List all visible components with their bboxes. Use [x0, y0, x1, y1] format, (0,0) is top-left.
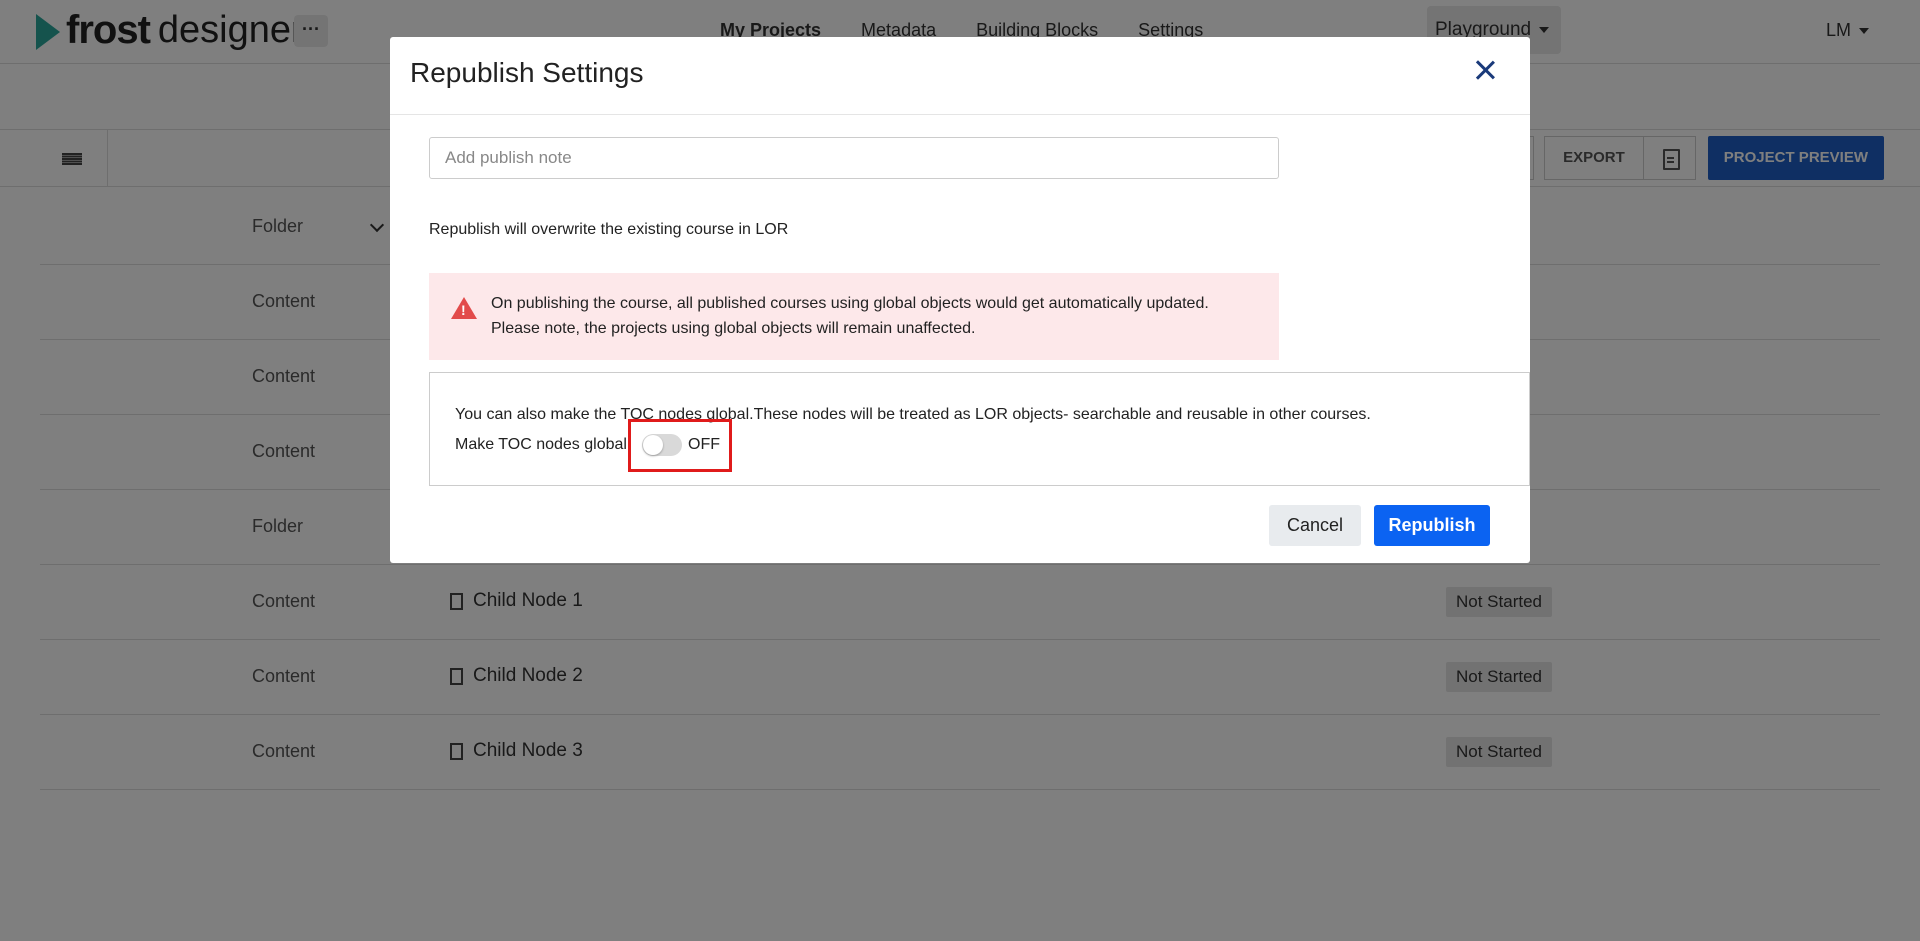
toggle-highlight: OFF — [628, 419, 732, 472]
publish-note-input[interactable] — [429, 137, 1279, 179]
toggle-state-label: OFF — [688, 436, 720, 453]
toc-global-description: You can also make the TOC nodes global.T… — [455, 406, 1371, 423]
toc-global-label: Make TOC nodes global: — [455, 436, 632, 453]
republish-button[interactable]: Republish — [1374, 505, 1490, 546]
alert-text-line2: Please note, the projects using global o… — [491, 320, 976, 337]
alert-text-line1: On publishing the course, all published … — [491, 295, 1209, 312]
overwrite-notice: Republish will overwrite the existing co… — [429, 221, 789, 238]
toc-global-toggle[interactable] — [642, 434, 682, 456]
close-icon[interactable] — [1470, 55, 1500, 85]
cancel-button[interactable]: Cancel — [1269, 505, 1361, 546]
warning-alert: On publishing the course, all published … — [429, 273, 1279, 360]
warning-icon — [451, 297, 477, 319]
toggle-knob — [643, 435, 663, 455]
modal-header: Republish Settings — [390, 37, 1530, 115]
toc-global-section: You can also make the TOC nodes global.T… — [429, 372, 1530, 486]
modal-title: Republish Settings — [410, 57, 644, 88]
republish-settings-modal: Republish Settings Republish will overwr… — [390, 37, 1530, 563]
